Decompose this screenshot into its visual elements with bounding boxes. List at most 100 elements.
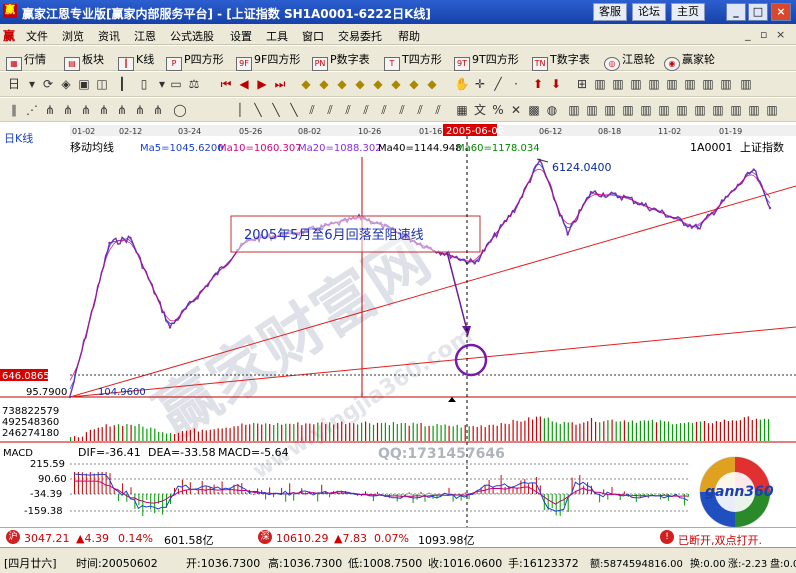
channel-icon[interactable]: ⫽	[304, 102, 320, 118]
fork-icon[interactable]: ⋔	[96, 102, 112, 118]
chart-tool-icon[interactable]: ▥	[700, 76, 716, 92]
menu-gann[interactable]: 江恩	[134, 28, 156, 44]
next-icon[interactable]: ▶	[254, 76, 270, 92]
diamond-icon[interactable]: ◆	[388, 76, 404, 92]
chart-tool-icon[interactable]: ▥	[592, 76, 608, 92]
dot-tool-icon[interactable]: ·	[508, 76, 524, 92]
homepage-button[interactable]: 主页	[671, 3, 705, 21]
chart-tool-icon[interactable]: ▥	[656, 102, 672, 118]
chart-tool-icon[interactable]: ▥	[566, 102, 582, 118]
diamond-icon[interactable]: ◆	[424, 76, 440, 92]
ellipse-icon[interactable]: ◯	[172, 102, 188, 118]
chart-tool-icon[interactable]: ▥	[682, 76, 698, 92]
diamond-icon[interactable]: ◆	[406, 76, 422, 92]
menu-info[interactable]: 资讯	[98, 28, 120, 44]
chart-tool-icon[interactable]: ▥	[628, 76, 644, 92]
menu-browse[interactable]: 浏览	[62, 28, 84, 44]
circle-tool-icon[interactable]: ◍	[544, 102, 560, 118]
diamond-icon[interactable]: ◆	[352, 76, 368, 92]
calendar-icon[interactable]: 日	[6, 76, 22, 92]
child-close-button[interactable]: ×	[776, 28, 785, 41]
toolbar-sectors[interactable]: ▤ 板块	[64, 51, 104, 71]
arrow-up-icon[interactable]: ⬆	[530, 76, 546, 92]
service-button[interactable]: 客服	[593, 3, 627, 21]
toolbar-p-square[interactable]: P P四方形	[166, 51, 224, 71]
gann-angle-icon[interactable]: ✕	[508, 102, 524, 118]
calendar21-icon[interactable]: ⊞	[574, 76, 590, 92]
child-restore-button[interactable]: ▫	[760, 28, 767, 41]
chart-area[interactable]: 01-02 02-12 03-24 05-26 08-02 10-26 01-16 06-12…	[0, 122, 796, 527]
candle-chart-icon[interactable]: ┃	[114, 76, 130, 92]
dropdown-arrow-icon[interactable]: ▾	[24, 76, 40, 92]
chart-tool-icon[interactable]: ▥	[728, 102, 744, 118]
menu-file[interactable]: 文件	[26, 28, 48, 44]
text-icon[interactable]: 文	[472, 102, 488, 118]
chart-tool-icon[interactable]: ▥	[710, 102, 726, 118]
chart-tool-icon[interactable]: ▥	[746, 102, 762, 118]
trend-line-icon[interactable]: ╲	[268, 102, 284, 118]
vertical-line-icon[interactable]: │	[232, 102, 248, 118]
fork-icon[interactable]: ⋔	[150, 102, 166, 118]
toolbar-9t-square[interactable]: 9T 9T四方形	[454, 51, 519, 71]
diamond-icon[interactable]: ◆	[370, 76, 386, 92]
channel-icon[interactable]: ⫽	[376, 102, 392, 118]
arrow-down-icon[interactable]: ⬇	[548, 76, 564, 92]
forum-button[interactable]: 论坛	[632, 3, 666, 21]
diamond-icon[interactable]: ◆	[334, 76, 350, 92]
channel-icon[interactable]: ⫽	[430, 102, 446, 118]
chart-tool-icon[interactable]: ▥	[638, 102, 654, 118]
chart-tool-icon[interactable]: ▥	[718, 76, 734, 92]
menu-settings[interactable]: 设置	[230, 28, 252, 44]
refresh-icon[interactable]: ⟳	[40, 76, 56, 92]
chart-tool-icon[interactable]: ▥	[610, 76, 626, 92]
channel-icon[interactable]: ⫽	[322, 102, 338, 118]
zoom-icon[interactable]: ▭	[168, 76, 184, 92]
trend-line-icon[interactable]: ╲	[286, 102, 302, 118]
menu-help[interactable]: 帮助	[398, 28, 420, 44]
toolbar-gann-wheel[interactable]: ◎ 江恩轮	[604, 51, 655, 71]
fan-icon[interactable]: ⋰	[24, 102, 40, 118]
channel-icon[interactable]: ⫽	[358, 102, 374, 118]
index-icon[interactable]: ◫	[94, 76, 110, 92]
first-icon[interactable]: ⏮	[218, 76, 234, 92]
channel-icon[interactable]: ⫽	[340, 102, 356, 118]
fork-icon[interactable]: ⋔	[114, 102, 130, 118]
fork-icon[interactable]: ⋔	[132, 102, 148, 118]
prev-icon[interactable]: ◀	[236, 76, 252, 92]
diamond-icon[interactable]: ◆	[298, 76, 314, 92]
child-minimize-button[interactable]: _	[745, 28, 751, 41]
connection-icon[interactable]: !	[660, 530, 674, 544]
toolbar-t-square[interactable]: T T四方形	[384, 51, 442, 71]
kline-chart[interactable]: 01-02 02-12 03-24 05-26 08-02 10-26 01-16 06-12…	[0, 122, 796, 527]
close-button[interactable]: ×	[771, 3, 791, 21]
toolbar-quotes[interactable]: ▦ 行情	[6, 51, 46, 71]
trend-line-icon[interactable]: ╲	[250, 102, 266, 118]
toolbar-9f-square[interactable]: 9F 9F四方形	[236, 51, 300, 71]
chart-tool-icon[interactable]: ▥	[602, 102, 618, 118]
table-icon[interactable]: ▦	[454, 102, 470, 118]
chart-tool-icon[interactable]: ▥	[584, 102, 600, 118]
line-tool-icon[interactable]: ╱	[490, 76, 506, 92]
chart-tool-icon[interactable]: ▥	[674, 102, 690, 118]
channel-icon[interactable]: ⫽	[394, 102, 410, 118]
toolbar-t-table[interactable]: TN T数字表	[532, 51, 590, 71]
chart-tool-icon[interactable]: ▥	[764, 102, 780, 118]
stock-icon[interactable]: ◈	[58, 76, 74, 92]
menu-tools[interactable]: 工具	[266, 28, 288, 44]
chart-tool-icon[interactable]: ▥	[692, 102, 708, 118]
toolbar-p-table[interactable]: PN P数字表	[312, 51, 370, 71]
grid-tool-icon[interactable]: ▩	[526, 102, 542, 118]
hand-icon[interactable]: ✋	[454, 76, 470, 92]
chart-tool-icon[interactable]: ▥	[620, 102, 636, 118]
maximize-button[interactable]: □	[748, 3, 768, 21]
crosshair-icon[interactable]: ✛	[472, 76, 488, 92]
toolbar-winner-wheel[interactable]: ◉ 赢家轮	[664, 51, 715, 71]
weight-icon[interactable]: ⚖	[186, 76, 202, 92]
fork-icon[interactable]: ⋔	[60, 102, 76, 118]
channel-icon[interactable]: ⫽	[412, 102, 428, 118]
chart-tool-icon[interactable]: ▥	[664, 76, 680, 92]
menu-formula[interactable]: 公式选股	[170, 28, 214, 44]
fork-icon[interactable]: ⋔	[42, 102, 58, 118]
menu-window[interactable]: 窗口	[302, 28, 324, 44]
connection-status[interactable]: 已断开,双点打开.	[678, 532, 762, 548]
